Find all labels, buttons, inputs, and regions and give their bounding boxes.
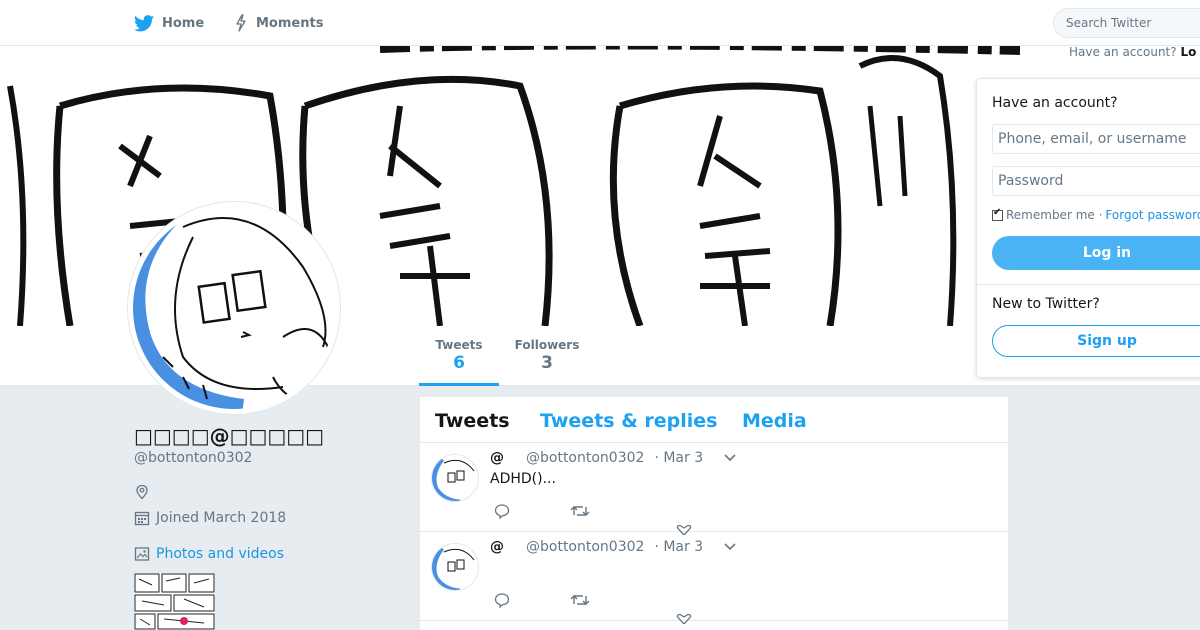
stat-tweets-value: 6 bbox=[453, 353, 465, 373]
profile-handle: @bottonton0302 bbox=[134, 450, 253, 466]
nav-moments-label: Moments bbox=[256, 15, 324, 31]
tweet-time[interactable]: · Mar 3 bbox=[654, 450, 703, 466]
chevron-down-icon[interactable] bbox=[723, 542, 737, 552]
top-nav: Home Moments Search Twitter bbox=[0, 0, 1200, 46]
password-field[interactable]: Password bbox=[992, 166, 1200, 196]
tab-tweets[interactable]: Tweets bbox=[435, 410, 510, 432]
tweet-actions bbox=[494, 503, 694, 535]
tweet-header: @ @bottonton0302 · Mar 3 bbox=[490, 450, 737, 466]
remember-row: Remember me · Forgot password? bbox=[992, 207, 1200, 222]
password-placeholder: Password bbox=[998, 173, 1064, 189]
tab-media[interactable]: Media bbox=[742, 410, 807, 432]
tweet-avatar[interactable] bbox=[431, 454, 479, 502]
media-thumbnail[interactable] bbox=[134, 573, 215, 630]
location-icon bbox=[134, 484, 150, 504]
profile-joined-text: Joined March 2018 bbox=[156, 510, 287, 526]
profile-name: □□□□@□□□□□ bbox=[134, 424, 325, 448]
search-placeholder: Search Twitter bbox=[1066, 16, 1152, 30]
tweet-avatar[interactable] bbox=[431, 543, 479, 591]
login-button[interactable]: Log in bbox=[992, 236, 1200, 270]
heart-icon[interactable] bbox=[676, 614, 692, 624]
have-account-text: Have an account? bbox=[1069, 45, 1177, 59]
nav-home-label: Home bbox=[162, 15, 205, 31]
tweet-fullname[interactable]: @ bbox=[490, 539, 504, 555]
twitter-bird-icon bbox=[134, 14, 154, 31]
lightning-icon bbox=[236, 14, 246, 32]
tweet[interactable]: @ @bottonton0302 · Mar 3 bbox=[420, 532, 1008, 624]
tweet[interactable]: @ @bottonton0302 · Mar 3 ADHD()... bbox=[420, 443, 1008, 535]
stat-followers[interactable]: Followers 3 bbox=[507, 338, 587, 373]
calendar-icon bbox=[134, 511, 150, 526]
stat-tweets[interactable]: Tweets 6 bbox=[419, 338, 499, 386]
photo-icon bbox=[134, 547, 150, 561]
remember-label[interactable]: Remember me bbox=[1006, 208, 1095, 222]
remember-checkbox[interactable] bbox=[992, 207, 1003, 221]
reply-icon[interactable] bbox=[494, 503, 510, 519]
tweet-handle[interactable]: @bottonton0302 bbox=[526, 450, 644, 466]
username-placeholder: Phone, email, or username bbox=[998, 131, 1187, 147]
nav-moments[interactable]: Moments bbox=[234, 0, 323, 46]
tweet-handle[interactable]: @bottonton0302 bbox=[526, 539, 644, 555]
stat-followers-value: 3 bbox=[541, 353, 553, 373]
chevron-down-icon[interactable] bbox=[723, 453, 737, 463]
username-field[interactable]: Phone, email, or username bbox=[992, 124, 1200, 154]
login-dropdown: Have an account? Phone, email, or userna… bbox=[976, 78, 1200, 378]
retweet-icon[interactable] bbox=[570, 592, 590, 608]
reply-icon[interactable] bbox=[494, 592, 510, 608]
tweet-header: @ @bottonton0302 · Mar 3 bbox=[490, 539, 737, 555]
new-to-twitter: New to Twitter? bbox=[992, 296, 1100, 312]
remember-separator: · bbox=[1098, 208, 1103, 222]
profile-avatar[interactable] bbox=[128, 202, 340, 414]
have-account-prompt: Have an account? Lo bbox=[1069, 45, 1196, 59]
avatar-drawing bbox=[133, 207, 335, 409]
photos-videos-link[interactable]: Photos and videos bbox=[134, 546, 284, 562]
media-thumbnail-image bbox=[134, 573, 215, 630]
retweet-icon[interactable] bbox=[570, 503, 590, 519]
signup-button[interactable]: Sign up bbox=[992, 325, 1200, 357]
divider bbox=[977, 284, 1200, 285]
login-title: Have an account? bbox=[992, 95, 1118, 111]
forgot-password-link[interactable]: Forgot password? bbox=[1105, 208, 1200, 222]
tweet-fullname[interactable]: @ bbox=[490, 450, 504, 466]
search-input[interactable]: Search Twitter bbox=[1053, 8, 1200, 38]
tweet-text: ADHD()... bbox=[490, 471, 556, 487]
tab-tweets-replies[interactable]: Tweets & replies bbox=[540, 410, 717, 432]
timeline-tabs: Tweets Tweets & replies Media bbox=[420, 397, 1008, 443]
stat-tweets-label: Tweets bbox=[435, 338, 483, 352]
photos-videos-label: Photos and videos bbox=[156, 546, 285, 562]
nav-home[interactable]: Home bbox=[134, 0, 204, 46]
stat-followers-label: Followers bbox=[514, 338, 580, 352]
tweet-actions bbox=[494, 592, 694, 624]
timeline: Tweets Tweets & replies Media @ @bottont… bbox=[420, 397, 1008, 630]
profile-joined: Joined March 2018 bbox=[134, 510, 286, 526]
login-link[interactable]: Lo bbox=[1180, 45, 1196, 59]
tweet-time[interactable]: · Mar 3 bbox=[654, 539, 703, 555]
